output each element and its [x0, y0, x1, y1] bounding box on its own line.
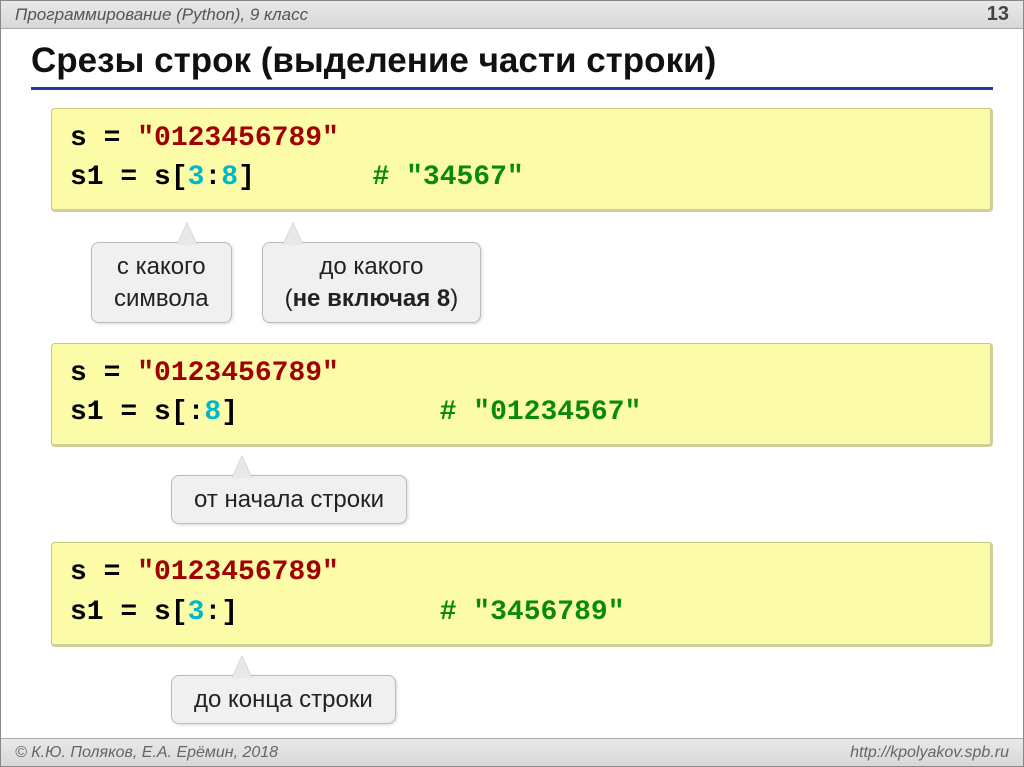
slide-header: Программирование (Python), 9 класс 13 [1, 1, 1023, 29]
callout-to-symbol: до какого (не включая 8) [262, 242, 482, 322]
callout-line: символа [114, 283, 209, 314]
copyright: © К.Ю. Поляков, Е.А. Ерёмин, 2018 [15, 744, 278, 762]
callout-line: до какого [285, 251, 459, 282]
page-number: 13 [987, 3, 1009, 26]
code-text: s1 = s[ [70, 162, 188, 193]
callout-line: от начала строки [194, 486, 384, 513]
number-literal: 8 [204, 397, 221, 428]
code-block-1: s = "0123456789" s1 = s[3:8] # "34567" [51, 108, 993, 212]
pointer-icon [232, 656, 252, 678]
number-literal: 8 [221, 162, 238, 193]
callout-line: с какого [114, 251, 209, 282]
string-literal: "0123456789" [137, 123, 339, 154]
comment: # "3456789" [440, 597, 625, 628]
pointer-icon [283, 223, 303, 245]
footer-url: http://kpolyakov.spb.ru [850, 744, 1009, 762]
callout-from-symbol: с какого символа [91, 242, 232, 322]
code-block-3: s = "0123456789" s1 = s[3:] # "3456789" [51, 542, 993, 646]
callout-line: (не включая 8) [285, 283, 459, 314]
callouts-row-3: до конца строки [171, 675, 993, 724]
string-literal: "0123456789" [137, 358, 339, 389]
slide-footer: © К.Ю. Поляков, Е.А. Ерёмин, 2018 http:/… [1, 738, 1023, 766]
comment: # "34567" [372, 162, 523, 193]
code-text: : [204, 162, 221, 193]
slide-title: Срезы строк (выделение части строки) [31, 41, 993, 90]
string-literal: "0123456789" [137, 557, 339, 588]
code-text: s1 = s[: [70, 397, 204, 428]
callouts-row-2: от начала строки [171, 475, 993, 524]
code-text: s = [70, 358, 137, 389]
code-block-2: s = "0123456789" s1 = s[:8] # "01234567" [51, 343, 993, 447]
callouts-row-1: с какого символа до какого (не включая 8… [91, 242, 993, 322]
callout-from-start: от начала строки [171, 475, 407, 524]
code-text: ] [221, 397, 439, 428]
number-literal: 3 [188, 162, 205, 193]
code-text: :] [204, 597, 439, 628]
code-text: s1 = s[ [70, 597, 188, 628]
comment: # "01234567" [440, 397, 642, 428]
code-text: s = [70, 557, 137, 588]
course-label: Программирование (Python), 9 класс [15, 5, 308, 25]
number-literal: 3 [188, 597, 205, 628]
slide-content: Срезы строк (выделение части строки) s =… [1, 29, 1023, 724]
callout-line: до конца строки [194, 686, 373, 713]
code-text: s = [70, 123, 137, 154]
callout-to-end: до конца строки [171, 675, 396, 724]
pointer-icon [177, 223, 197, 245]
pointer-icon [232, 456, 252, 478]
code-text: ] [238, 162, 372, 193]
